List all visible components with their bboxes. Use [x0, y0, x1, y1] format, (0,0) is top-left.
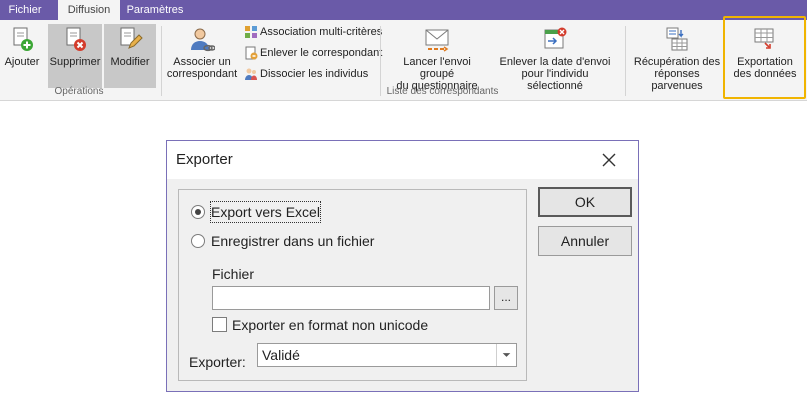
fichier-input[interactable] [212, 286, 490, 310]
users-icon [245, 68, 257, 81]
remove-link-icon [245, 46, 258, 60]
association-multi-criteres-button[interactable]: Association multi-critères [244, 24, 382, 40]
supprimer-label: Supprimer [49, 56, 101, 68]
exporter-select[interactable]: Validé [257, 343, 517, 367]
chevron-down-icon[interactable] [496, 344, 516, 366]
edit-document-icon [120, 27, 143, 49]
export-dialog: Exporter Export vers Excel Enregistrer d… [166, 140, 639, 392]
associer-correspondant-button[interactable]: Associer un correspondant [166, 24, 238, 88]
ajouter-button[interactable]: Ajouter [2, 24, 42, 88]
recuperation-label-line1: Récupération des [633, 56, 721, 68]
exportation-highlight-frame [723, 16, 806, 99]
radio-fichier-label[interactable]: Enregistrer dans un fichier [211, 231, 374, 251]
tab-parametres[interactable]: Paramètres [122, 0, 188, 20]
lancer-label-line1: Lancer l'envoi groupé [403, 56, 471, 80]
dialog-title-bar: Exporter [167, 141, 638, 179]
group-label-liste-correspondants: Liste des correspondants [386, 86, 499, 97]
ribbon-tab-bar: Fichier Diffusion Paramètres [0, 0, 807, 20]
multi-criteria-icon [245, 26, 257, 39]
associer-label-line1: Associer un [173, 56, 231, 68]
tab-diffusion[interactable]: Diffusion [58, 0, 120, 20]
modifier-button[interactable]: Modifier [104, 24, 156, 88]
group-label-operations: Opérations [54, 86, 104, 97]
associer-label-line2: correspondant [166, 68, 238, 80]
radio-fichier-button[interactable] [191, 234, 205, 248]
exporter-select-value: Validé [262, 347, 300, 363]
table-import-icon [666, 27, 688, 51]
cancel-button[interactable]: Annuler [538, 226, 632, 256]
association-multi-label: Association multi-critères [260, 26, 383, 38]
radio-excel-label[interactable]: Export vers Excel [210, 201, 321, 223]
calendar-remove-icon [544, 27, 567, 49]
tab-fichier[interactable]: Fichier [0, 0, 50, 20]
close-icon[interactable] [599, 150, 619, 170]
envelope-send-icon [425, 29, 449, 52]
ribbon-separator [161, 26, 162, 96]
add-document-icon [13, 27, 33, 51]
recuperation-reponses-button[interactable]: Récupération des réponses parvenues [630, 24, 724, 92]
ajouter-label: Ajouter [4, 56, 40, 68]
modifier-label: Modifier [110, 56, 150, 68]
exporter-label: Exporter: [189, 354, 246, 370]
browse-button[interactable]: ... [494, 286, 518, 310]
dialog-title: Exporter [176, 151, 233, 168]
radio-excel-button[interactable] [191, 205, 205, 219]
enlever-date-envoi-button[interactable]: Enlever la date d'envoi pour l'individu … [494, 24, 616, 92]
enlever-date-label-line1: Enlever la date d'envoi [499, 56, 611, 68]
non-unicode-checkbox[interactable] [212, 317, 227, 332]
non-unicode-label[interactable]: Exporter en format non unicode [232, 316, 428, 334]
dissocier-individus-button[interactable]: Dissocier les individus [244, 66, 368, 82]
dissocier-label: Dissocier les individus [260, 68, 369, 80]
ok-button[interactable]: OK [538, 187, 632, 217]
enlever-correspondant-button[interactable]: Enlever le correspondant [244, 45, 382, 61]
fichier-label: Fichier [212, 266, 255, 282]
user-link-icon [191, 28, 215, 52]
supprimer-button[interactable]: Supprimer [48, 24, 102, 88]
delete-document-icon [66, 27, 86, 51]
export-options-panel: Export vers Excel Enregistrer dans un fi… [178, 189, 527, 381]
ribbon: Ajouter Supprimer Modifier Opérations As… [0, 20, 807, 101]
enlever-correspondant-label: Enlever le correspondant [260, 47, 383, 59]
lancer-envoi-groupe-button[interactable]: Lancer l'envoi groupé du questionnaire [386, 24, 488, 92]
